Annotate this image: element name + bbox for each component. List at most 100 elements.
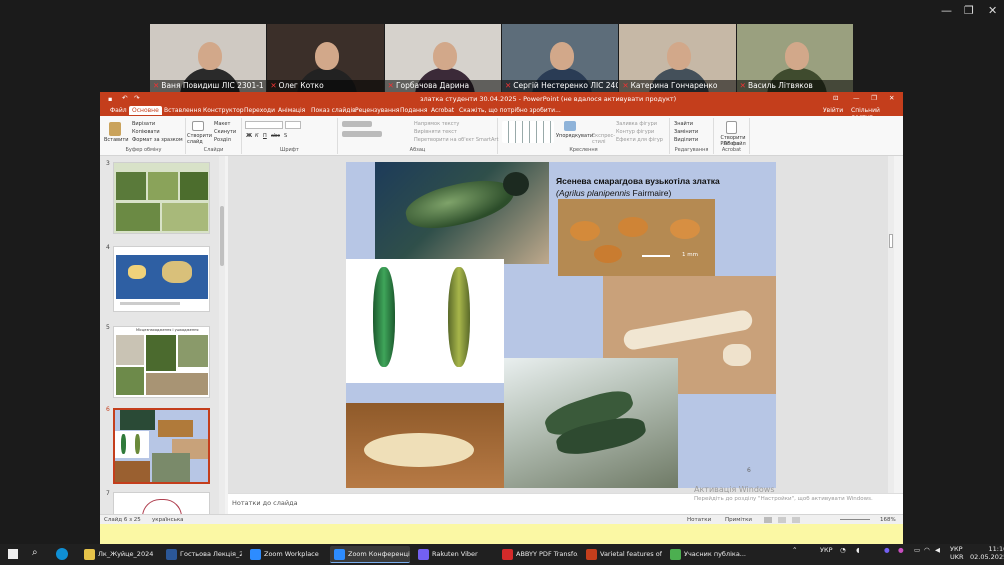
- shape-fill-button[interactable]: Заливка фігури: [616, 121, 657, 127]
- language-indicator[interactable]: українська: [152, 517, 184, 523]
- shape-outline-button[interactable]: Контур фігури: [616, 129, 654, 135]
- tab-design[interactable]: Конструктор: [200, 106, 247, 115]
- shape-effects-button[interactable]: Ефекти для фігур: [616, 137, 663, 143]
- normal-view-icon[interactable]: [764, 517, 772, 523]
- video-tile[interactable]: ✕Сергій Нестеренко ЛІС 2401-1ст: [501, 24, 619, 92]
- tab-insert[interactable]: Вставлення: [161, 106, 204, 115]
- tab-transitions[interactable]: Переходи: [241, 106, 278, 115]
- create-pdf-icon[interactable]: [726, 121, 737, 134]
- copy-button[interactable]: Копіювати: [132, 129, 160, 135]
- layout-button[interactable]: Макет: [214, 121, 230, 127]
- save-icon[interactable]: ▪: [108, 95, 112, 103]
- clock[interactable]: 11:1002.05.2025: [970, 545, 1004, 561]
- taskbar-app[interactable]: Zoom Конференція: [330, 546, 410, 563]
- font-size-select[interactable]: [285, 121, 301, 129]
- speaker-icon[interactable]: ◀: [935, 546, 940, 554]
- italic-button[interactable]: К: [255, 133, 259, 139]
- text-direction-button[interactable]: Напрямок тексту: [414, 121, 459, 127]
- video-tile[interactable]: ✕ Олег Котко: [267, 24, 384, 92]
- section-button[interactable]: Розділ: [214, 137, 231, 143]
- list-icons[interactable]: [342, 121, 372, 127]
- align-text-button[interactable]: Вирівняти текст: [414, 129, 457, 135]
- slide-thumbnail-7[interactable]: [113, 492, 210, 514]
- bold-button[interactable]: Ж: [246, 133, 252, 139]
- new-slide-icon[interactable]: [192, 121, 204, 131]
- maximize-button[interactable]: ❐: [964, 4, 974, 17]
- reading-view-icon[interactable]: [792, 517, 800, 523]
- tab-review[interactable]: Рецензування: [352, 106, 402, 115]
- reset-button[interactable]: Скинути: [214, 129, 236, 135]
- notes-toggle[interactable]: Нотатки: [687, 517, 711, 523]
- zoom-slider[interactable]: [840, 519, 870, 520]
- taskbar-app[interactable]: Rakuten Viber: [414, 546, 494, 563]
- format-painter-button[interactable]: Формат за зразком: [132, 137, 183, 143]
- taskbar-app[interactable]: Учасник публіка...: [666, 546, 746, 563]
- arrange-button[interactable]: Упорядкувати: [556, 133, 593, 139]
- ribbon-display-icon[interactable]: ⊡: [833, 94, 838, 102]
- sorter-view-icon[interactable]: [778, 517, 786, 523]
- taskbar-app[interactable]: Лк_Жуйце_2024: [80, 546, 160, 563]
- tell-me-search[interactable]: Скажіть, що потрібно зробити...: [456, 106, 564, 115]
- tab-home[interactable]: Основне: [129, 106, 162, 115]
- taskbar-app[interactable]: Гостьова Лекція_2...: [162, 546, 242, 563]
- windows-start-icon[interactable]: [8, 549, 18, 559]
- wifi-icon[interactable]: ◠: [924, 546, 930, 554]
- shadow-button[interactable]: S: [284, 133, 287, 139]
- ppt-close-button[interactable]: ✕: [889, 94, 894, 102]
- align-icons[interactable]: [342, 131, 382, 137]
- smartart-button[interactable]: Перетворити на об'єкт SmartArt: [414, 137, 498, 143]
- slide-thumbnail-3[interactable]: [113, 162, 210, 234]
- find-button[interactable]: Знайти: [674, 121, 693, 127]
- canvas-scrollbar-thumb[interactable]: [889, 234, 893, 248]
- taskbar-app[interactable]: Zoom Workplace: [246, 546, 326, 563]
- network-icon[interactable]: ◔: [840, 546, 846, 554]
- close-button[interactable]: ✕: [988, 4, 997, 17]
- tab-view[interactable]: Подання: [397, 106, 430, 115]
- tab-acrobat[interactable]: Acrobat: [428, 106, 457, 115]
- volume-icon[interactable]: ◖: [856, 546, 859, 554]
- replace-button[interactable]: Замінити: [674, 129, 698, 135]
- ppt-minimize-button[interactable]: —: [853, 94, 860, 102]
- search-icon[interactable]: ⌕: [32, 547, 38, 558]
- sign-in-link[interactable]: Увійти: [820, 106, 846, 115]
- comments-toggle[interactable]: Примітки: [725, 517, 752, 523]
- video-tile[interactable]: ✕ Василь Літвяков: [736, 24, 853, 92]
- undo-icon[interactable]: ↶: [122, 94, 127, 102]
- strikethrough-button[interactable]: abc: [271, 133, 280, 139]
- tab-file[interactable]: Файл: [107, 106, 130, 115]
- video-tile[interactable]: ✕ Ваня Повидиш ЛІС 2301-1: [150, 24, 267, 92]
- thumbnail-scrollbar[interactable]: [219, 156, 225, 514]
- current-slide[interactable]: Ясенева смарагдова вузькотіла златка (Ag…: [346, 162, 776, 488]
- app-tray-icon[interactable]: ●: [898, 546, 904, 554]
- paste-icon[interactable]: [109, 122, 121, 136]
- new-slide-button[interactable]: Створити слайд: [187, 133, 213, 145]
- viber-tray-icon[interactable]: ●: [884, 546, 890, 554]
- minimize-button[interactable]: —: [941, 4, 952, 17]
- shapes-gallery[interactable]: [502, 121, 554, 143]
- arrange-icon[interactable]: [564, 121, 576, 131]
- edge-icon[interactable]: [56, 548, 68, 560]
- ime-indicator[interactable]: УКР: [820, 546, 833, 554]
- video-tile[interactable]: ✕ Катерина Гончаренко: [619, 24, 736, 92]
- zoom-level[interactable]: 168%: [880, 517, 896, 523]
- slide-thumbnail-6[interactable]: [113, 408, 210, 484]
- quick-styles-button[interactable]: Експрес-стилі: [592, 133, 615, 145]
- taskbar-app[interactable]: ABBYY PDF Transfo...: [498, 546, 578, 563]
- taskbar-app[interactable]: Varietal features of ...: [582, 546, 662, 563]
- slide-thumbnail-5[interactable]: Місцезнаходження і ушкодження: [113, 326, 210, 398]
- slide-thumbnail-4[interactable]: [113, 246, 210, 312]
- font-family-select[interactable]: [245, 121, 283, 129]
- canvas-scrollbar[interactable]: [888, 156, 894, 493]
- underline-button[interactable]: П: [263, 133, 267, 139]
- display-icon[interactable]: ▭: [914, 546, 920, 554]
- redo-icon[interactable]: ↷: [134, 94, 139, 102]
- cut-button[interactable]: Вирізати: [132, 121, 155, 127]
- language-indicator[interactable]: УКР UKR: [950, 545, 964, 561]
- video-tile[interactable]: ✕ Горбачова Дарина: [384, 24, 501, 92]
- tray-chevron-icon[interactable]: ⌃: [792, 546, 797, 554]
- select-button[interactable]: Виділити: [674, 137, 698, 143]
- paste-button[interactable]: Вставити: [104, 137, 129, 143]
- ppt-maximize-button[interactable]: ❐: [871, 94, 877, 102]
- scrollbar-thumb[interactable]: [220, 206, 224, 266]
- tab-animations[interactable]: Анімація: [275, 106, 308, 115]
